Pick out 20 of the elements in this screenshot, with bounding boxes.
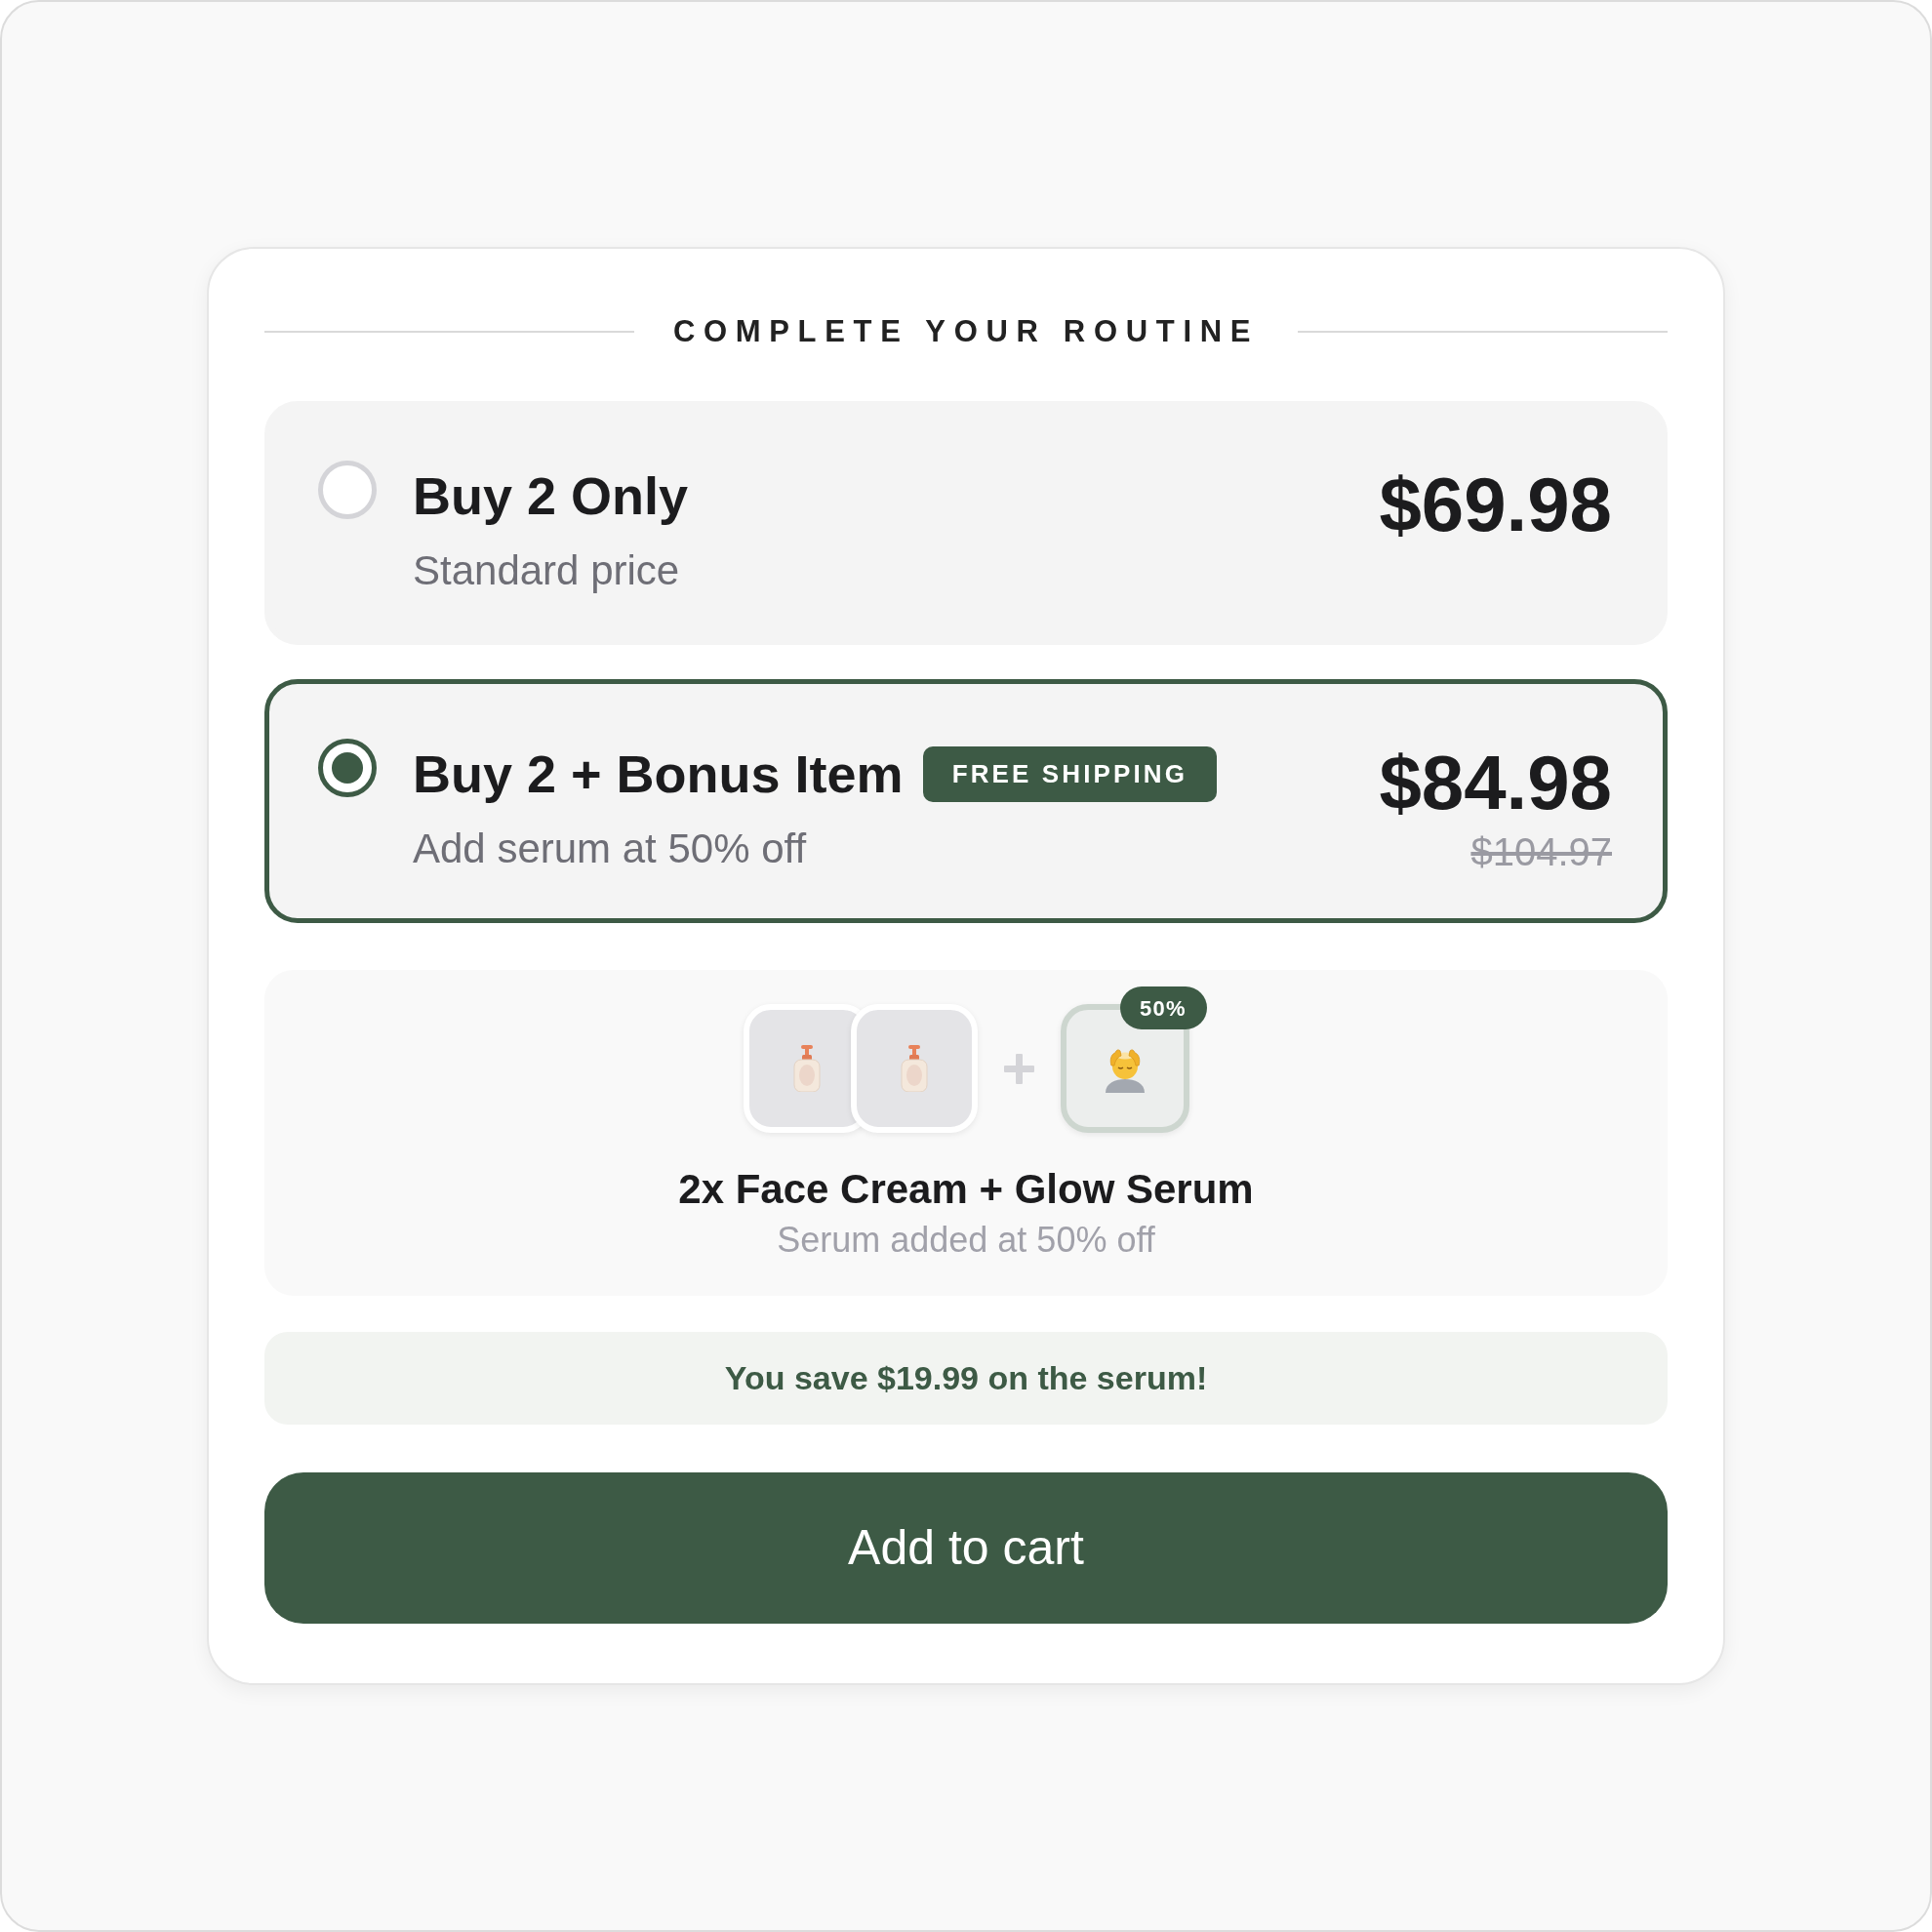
lotion-bottle-icon xyxy=(900,1045,928,1092)
discount-badge: 50% xyxy=(1119,986,1207,1029)
option-title: Buy 2 Only xyxy=(413,465,689,527)
option-price: $84.98 xyxy=(1379,745,1612,821)
savings-text: You save $19.99 on the serum! xyxy=(724,1358,1208,1398)
option-price: $69.98 xyxy=(1379,466,1612,543)
option-title: Buy 2 + Bonus Item xyxy=(413,744,904,805)
lotion-bottle-icon xyxy=(792,1045,821,1092)
radio-button[interactable] xyxy=(318,739,377,797)
bundle-option[interactable]: Buy 2 + Bonus Item FREE SHIPPING Add serum at 50% off $84.98 $104.97 xyxy=(264,679,1668,923)
plus-icon xyxy=(1003,1053,1034,1084)
add-to-cart-button[interactable]: Add to cart xyxy=(264,1472,1668,1624)
option-subtitle: Add serum at 50% off xyxy=(413,825,807,873)
bundle-title: 2x Face Cream + Glow Serum xyxy=(678,1165,1254,1214)
original-price: $104.97 xyxy=(1470,829,1612,875)
bundle-subtitle: Serum added at 50% off xyxy=(777,1219,1155,1262)
bundle-option[interactable]: Buy 2 Only Standard price $69.98 xyxy=(264,401,1668,645)
option-subtitle: Standard price xyxy=(413,546,680,595)
shipping-badge: FREE SHIPPING xyxy=(922,745,1217,802)
section-heading: COMPLETE YOUR ROUTINE xyxy=(672,313,1260,350)
